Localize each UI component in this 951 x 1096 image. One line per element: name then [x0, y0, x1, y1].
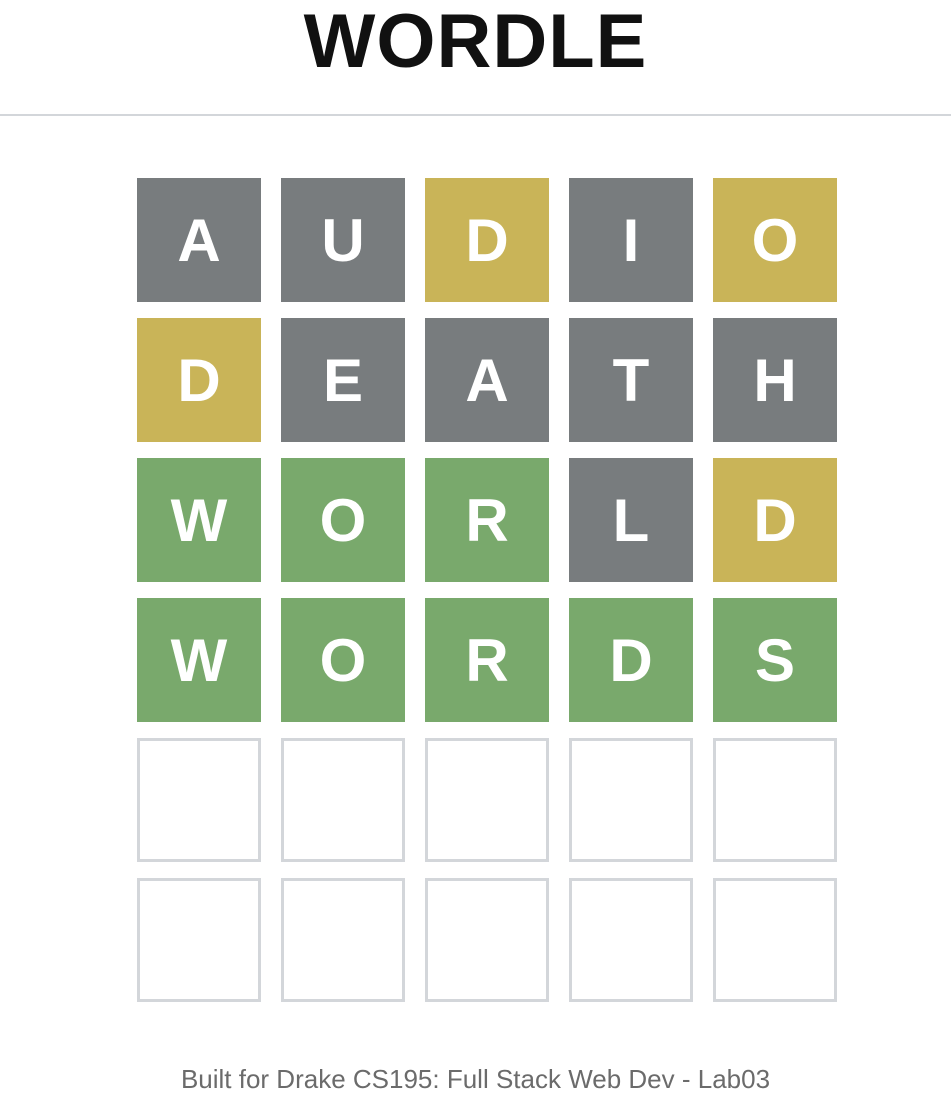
guess-row-2: D E A T H	[137, 318, 837, 442]
letter-tile: D	[137, 318, 261, 442]
empty-tile	[137, 878, 261, 1002]
empty-tile	[425, 878, 549, 1002]
letter-tile: R	[425, 598, 549, 722]
letter-tile: I	[569, 178, 693, 302]
header: WORDLE	[0, 0, 951, 116]
letter-tile: A	[137, 178, 261, 302]
game-board: A U D I O D E A T H W O R L D W O R D S	[137, 178, 837, 1018]
empty-tile	[137, 738, 261, 862]
page-title: WORDLE	[303, 0, 648, 84]
letter-tile: D	[569, 598, 693, 722]
empty-tile	[713, 738, 837, 862]
letter-tile: E	[281, 318, 405, 442]
letter-tile: D	[425, 178, 549, 302]
letter-tile: U	[281, 178, 405, 302]
letter-tile: T	[569, 318, 693, 442]
empty-tile	[713, 878, 837, 1002]
letter-tile: L	[569, 458, 693, 582]
letter-tile: O	[713, 178, 837, 302]
guess-row-1: A U D I O	[137, 178, 837, 302]
letter-tile: A	[425, 318, 549, 442]
guess-row-6	[137, 878, 837, 1002]
empty-tile	[569, 878, 693, 1002]
guess-row-4: W O R D S	[137, 598, 837, 722]
letter-tile: D	[713, 458, 837, 582]
guess-row-3: W O R L D	[137, 458, 837, 582]
letter-tile: O	[281, 458, 405, 582]
letter-tile: R	[425, 458, 549, 582]
letter-tile: O	[281, 598, 405, 722]
letter-tile: H	[713, 318, 837, 442]
footer-credit: Built for Drake CS195: Full Stack Web De…	[180, 1064, 771, 1094]
letter-tile: W	[137, 458, 261, 582]
empty-tile	[569, 738, 693, 862]
empty-tile	[281, 878, 405, 1002]
guess-row-5	[137, 738, 837, 862]
empty-tile	[281, 738, 405, 862]
letter-tile: S	[713, 598, 837, 722]
empty-tile	[425, 738, 549, 862]
letter-tile: W	[137, 598, 261, 722]
